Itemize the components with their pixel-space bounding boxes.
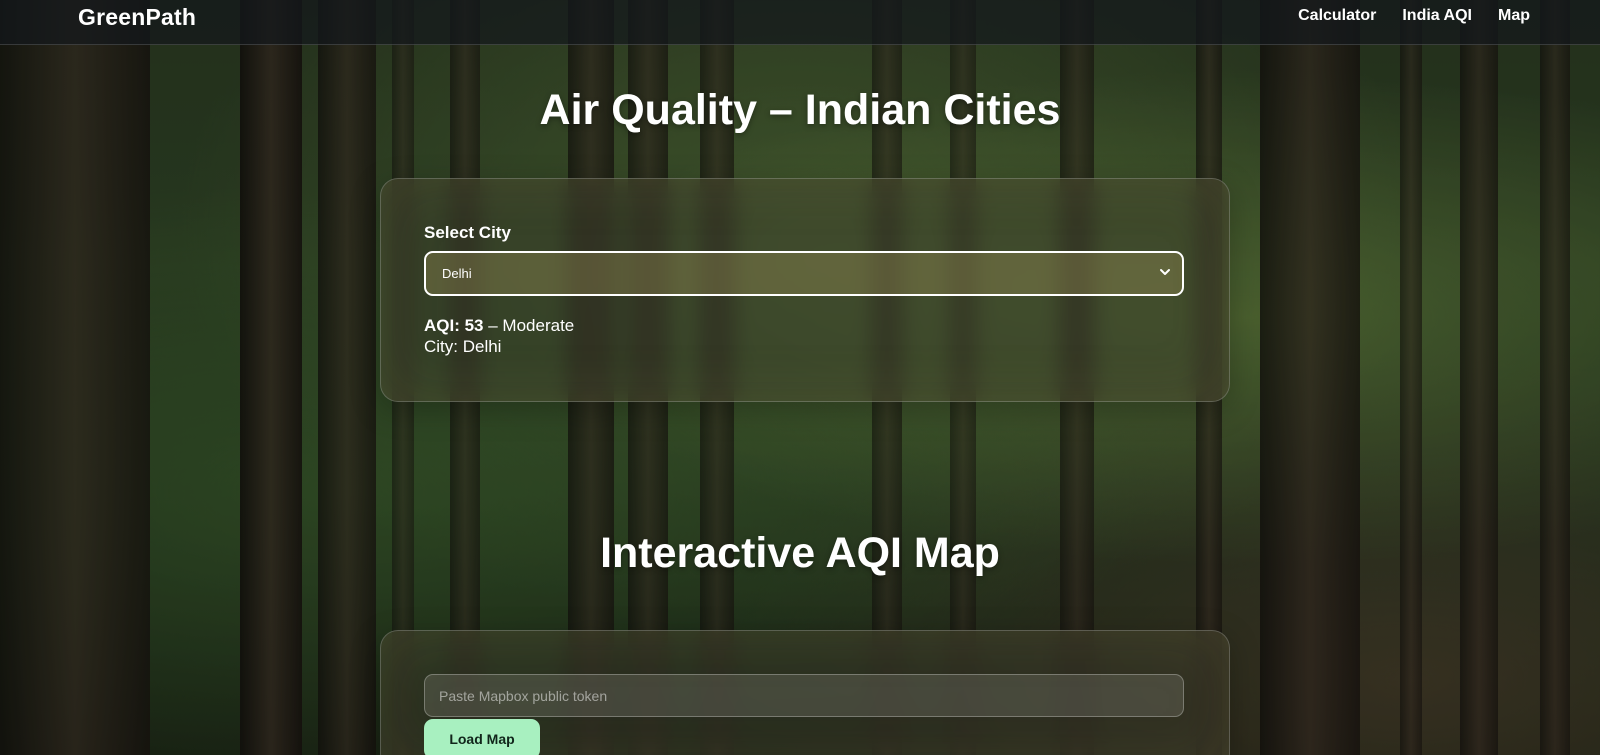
nav-link-india-aqi[interactable]: India AQI <box>1402 7 1472 25</box>
aqi-value: AQI: 53 <box>424 316 484 335</box>
city-select[interactable]: Delhi <box>424 251 1184 296</box>
aqi-card: Select City Delhi AQI: 53 – Moderate Cit… <box>380 178 1230 402</box>
chevron-down-icon <box>1160 269 1170 275</box>
brand-logo[interactable]: GreenPath <box>78 4 196 31</box>
select-city-label: Select City <box>424 223 511 242</box>
load-map-button[interactable]: Load Map <box>424 719 540 755</box>
main-content: Air Quality – Indian Cities Select City … <box>0 0 1600 755</box>
aqi-section-title: Air Quality – Indian Cities <box>539 86 1061 134</box>
aqi-city: City: Delhi <box>424 337 502 356</box>
nav-link-map[interactable]: Map <box>1498 7 1530 25</box>
map-card: Load Map <box>380 630 1230 755</box>
nav-links: Calculator India AQI Map <box>1298 7 1530 25</box>
city-select-value: Delhi <box>442 266 472 281</box>
aqi-result: AQI: 53 – Moderate <box>424 316 574 336</box>
map-section-title: Interactive AQI Map <box>600 529 1000 577</box>
navbar: GreenPath Calculator India AQI Map <box>0 0 1600 45</box>
mapbox-token-input[interactable] <box>424 674 1184 717</box>
aqi-status: – Moderate <box>483 316 575 335</box>
nav-link-calculator[interactable]: Calculator <box>1298 7 1376 25</box>
